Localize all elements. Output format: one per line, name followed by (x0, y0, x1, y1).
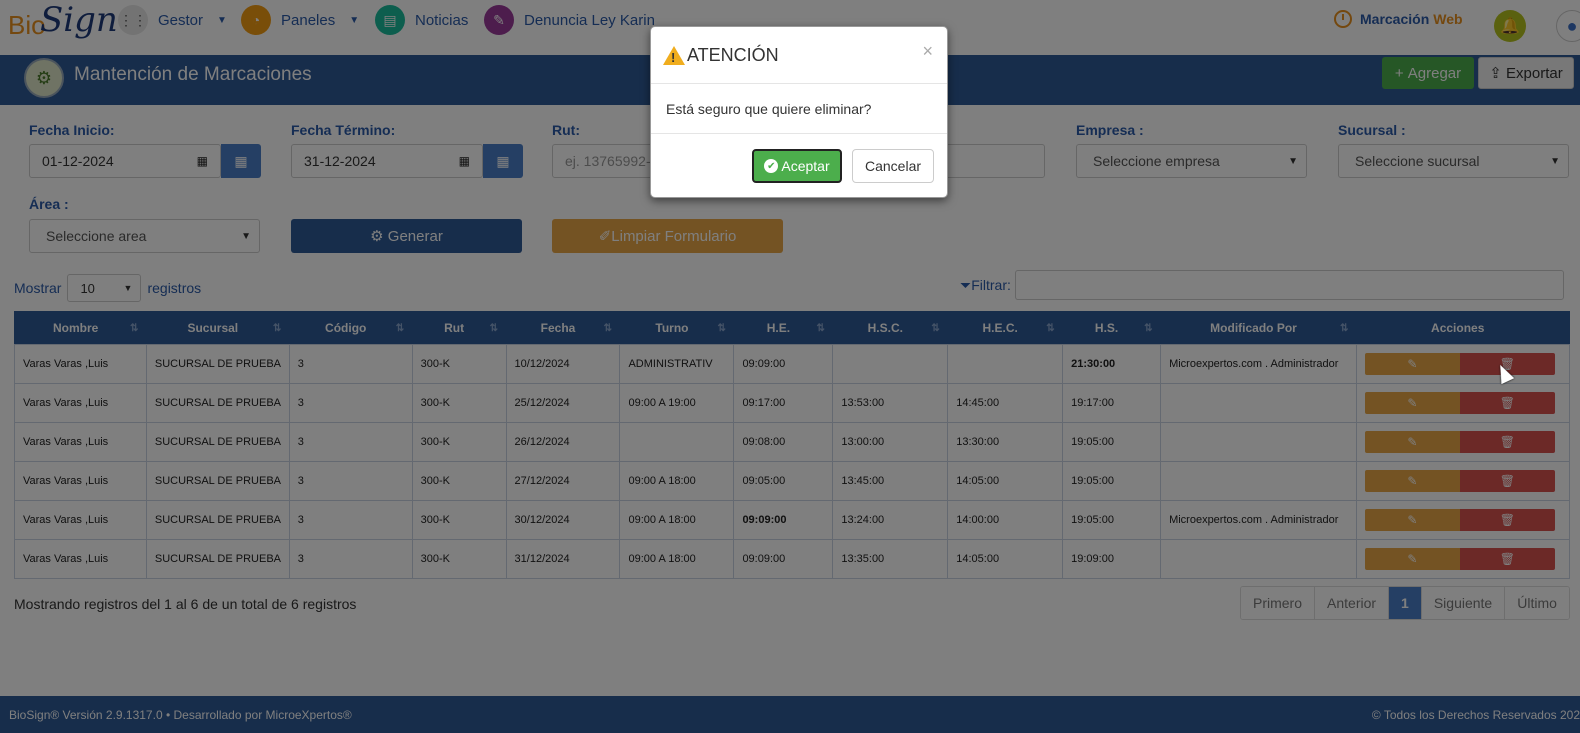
cancel-button-label: Cancelar (864, 158, 922, 174)
close-icon[interactable]: × (922, 41, 933, 62)
dialog-footer: ✔ Aceptar Cancelar (651, 134, 947, 197)
dialog-message: Está seguro que quiere eliminar? (651, 84, 947, 134)
check-circle-icon: ✔ (764, 159, 779, 173)
confirm-dialog: ATENCIÓN × Está seguro que quiere elimin… (650, 26, 948, 198)
accept-button-label: Aceptar (781, 158, 830, 174)
dialog-title: ATENCIÓN (687, 44, 779, 65)
warning-icon (663, 45, 685, 65)
dialog-header: ATENCIÓN × (651, 27, 947, 84)
cancel-button[interactable]: Cancelar (852, 149, 934, 183)
accept-button[interactable]: ✔ Aceptar (752, 149, 842, 183)
